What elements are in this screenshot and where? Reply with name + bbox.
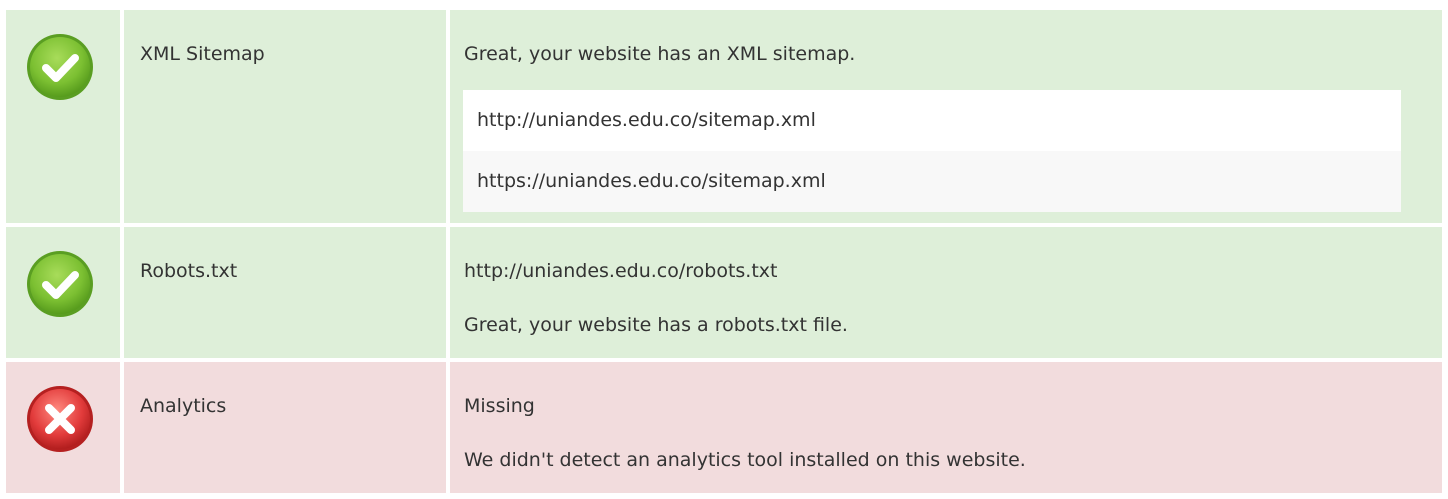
sitemap-url[interactable]: https://uniandes.edu.co/sitemap.xml [463,151,1401,212]
x-circle-icon [27,386,93,452]
analytics-status: Missing [464,395,535,417]
check-label-cell: Robots.txt [124,227,446,358]
robots-url[interactable]: http://uniandes.edu.co/robots.txt [464,259,777,283]
check-detail-cell: Missing We didn't detect an analytics to… [450,362,1442,493]
check-label-cell: Analytics [124,362,446,493]
check-row-xml-sitemap: XML Sitemap Great, your website has an X… [6,10,1442,223]
check-circle-icon [27,251,93,317]
status-cell [6,227,120,358]
status-cell [6,10,120,223]
check-circle-icon [27,34,93,100]
status-cell [6,362,120,493]
check-row-analytics: Analytics Missing We didn't detect an an… [6,362,1442,493]
check-message: Great, your website has a robots.txt fil… [464,314,848,336]
check-label-cell: XML Sitemap [124,10,446,223]
sitemap-url-list: http://uniandes.edu.co/sitemap.xml https… [463,90,1401,212]
check-row-robots-txt: Robots.txt http://uniandes.edu.co/robots… [6,227,1442,358]
check-message: Great, your website has an XML sitemap. [464,43,856,65]
check-detail-cell: Great, your website has an XML sitemap. … [450,10,1442,223]
sitemap-url[interactable]: http://uniandes.edu.co/sitemap.xml [463,90,1401,151]
check-message: We didn't detect an analytics tool insta… [464,449,1026,471]
check-label: XML Sitemap [140,43,265,65]
check-detail-cell: http://uniandes.edu.co/robots.txt Great,… [450,227,1442,358]
check-label: Analytics [140,395,227,417]
check-label: Robots.txt [140,260,238,282]
